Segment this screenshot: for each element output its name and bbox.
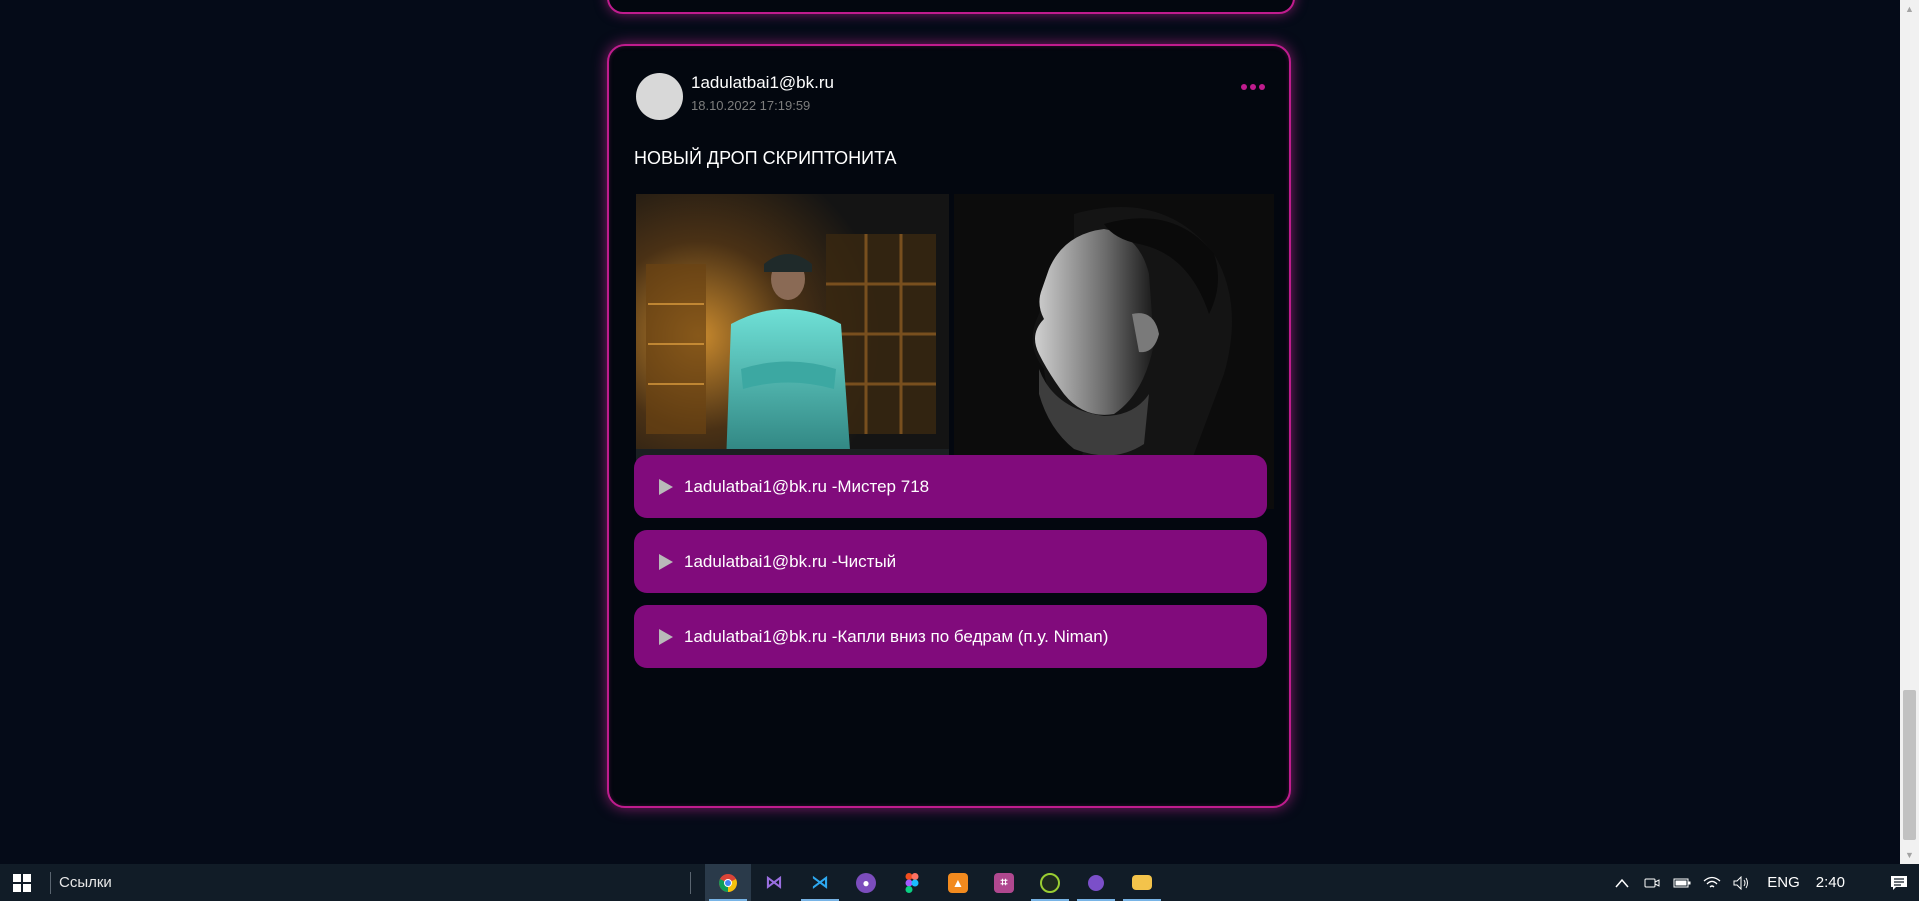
track-label: 1adulatbai1@bk.ru -Чистый (684, 551, 897, 571)
visual-studio-icon: ⋈ (765, 872, 783, 892)
post-timestamp: 18.10.2022 17:19:59 (691, 98, 811, 113)
taskbar-app-jetbrains[interactable]: ⌗ (981, 864, 1027, 901)
wifi-tray-button[interactable] (1697, 876, 1727, 890)
windows-logo-icon (13, 873, 31, 892)
previous-post-card (607, 0, 1295, 14)
taskbar-app-vscode[interactable]: ⋊ (797, 864, 843, 901)
scroll-down-icon[interactable]: ▼ (1905, 850, 1914, 860)
jetbrains-icon: ⌗ (994, 872, 1014, 893)
tor-icon (1088, 874, 1104, 891)
action-center-button[interactable] (1879, 875, 1919, 891)
more-options-button[interactable] (1239, 78, 1267, 96)
dot-icon (1241, 84, 1247, 90)
xampp-icon (1040, 872, 1060, 893)
scroll-up-icon[interactable]: ▲ (1905, 4, 1914, 14)
track-label: 1adulatbai1@bk.ru -Капли вниз по бедрам … (684, 626, 1109, 646)
battery-icon (1673, 878, 1691, 887)
scrollbar-thumb[interactable] (1903, 690, 1916, 840)
camera-tray-button[interactable] (1637, 876, 1667, 890)
taskbar-app-file-explorer[interactable] (1119, 864, 1165, 901)
taskbar-app-github-desktop[interactable]: ● (843, 864, 889, 901)
taskbar-app-xampp[interactable] (1027, 864, 1073, 901)
audio-track-3[interactable]: 1adulatbai1@bk.ru -Капли вниз по бедрам … (634, 605, 1267, 668)
vertical-scrollbar[interactable]: ▲ ▼ (1900, 0, 1919, 864)
wifi-icon (1703, 876, 1721, 887)
avatar[interactable] (636, 73, 683, 120)
toolbar-separator (50, 871, 51, 894)
links-toolbar[interactable]: Ссылки (59, 874, 112, 891)
taskbar-clock[interactable]: 2:40 (1816, 874, 1845, 891)
github-desktop-icon: ● (856, 872, 876, 893)
chevron-up-icon (1615, 878, 1629, 887)
dot-icon (1250, 84, 1256, 90)
audio-track-1[interactable]: 1adulatbai1@bk.ru -Мистер 718 (634, 455, 1267, 518)
file-explorer-icon (1132, 875, 1152, 890)
post-title: НОВЫЙ ДРОП СКРИПТОНИТА (634, 148, 897, 168)
post-author[interactable]: 1adulatbai1@bk.ru (691, 73, 834, 93)
taskbar-app-chrome[interactable] (705, 864, 751, 901)
taskbar-app-sublime-merge[interactable]: ▲ (935, 864, 981, 901)
language-indicator[interactable]: ENG (1767, 874, 1800, 891)
dot-icon (1259, 84, 1265, 90)
system-tray: ENG 2:40 (1607, 864, 1919, 901)
browser-viewport: 1adulatbai1@bk.ru 18.10.2022 17:19:59 НО… (0, 0, 1900, 864)
camera-icon (1644, 878, 1660, 887)
chrome-icon (719, 873, 737, 892)
play-icon[interactable] (656, 627, 676, 647)
battery-tray-button[interactable] (1667, 878, 1697, 888)
volume-icon (1733, 875, 1749, 890)
notification-icon (1891, 875, 1907, 890)
taskbar-app-figma[interactable] (889, 864, 935, 901)
figma-icon (905, 872, 919, 893)
audio-track-2[interactable]: 1adulatbai1@bk.ru -Чистый (634, 530, 1267, 593)
start-button[interactable] (0, 864, 44, 901)
play-icon[interactable] (656, 552, 676, 572)
windows-taskbar: Ссылки ⋈ ⋊ ● ▲ ⌗ ENG 2:40 (0, 864, 1919, 901)
toolbar-separator (690, 871, 691, 894)
vscode-icon: ⋊ (811, 872, 829, 892)
volume-tray-button[interactable] (1727, 875, 1757, 890)
show-hidden-icons-button[interactable] (1607, 878, 1637, 888)
track-label: 1adulatbai1@bk.ru -Мистер 718 (684, 476, 930, 496)
play-icon[interactable] (656, 477, 676, 497)
sublime-merge-icon: ▲ (948, 872, 968, 893)
taskbar-app-visual-studio[interactable]: ⋈ (751, 864, 797, 901)
post-card: 1adulatbai1@bk.ru 18.10.2022 17:19:59 НО… (607, 44, 1291, 808)
taskbar-apps: ⋈ ⋊ ● ▲ ⌗ (690, 864, 1165, 901)
taskbar-app-tor[interactable] (1073, 864, 1119, 901)
